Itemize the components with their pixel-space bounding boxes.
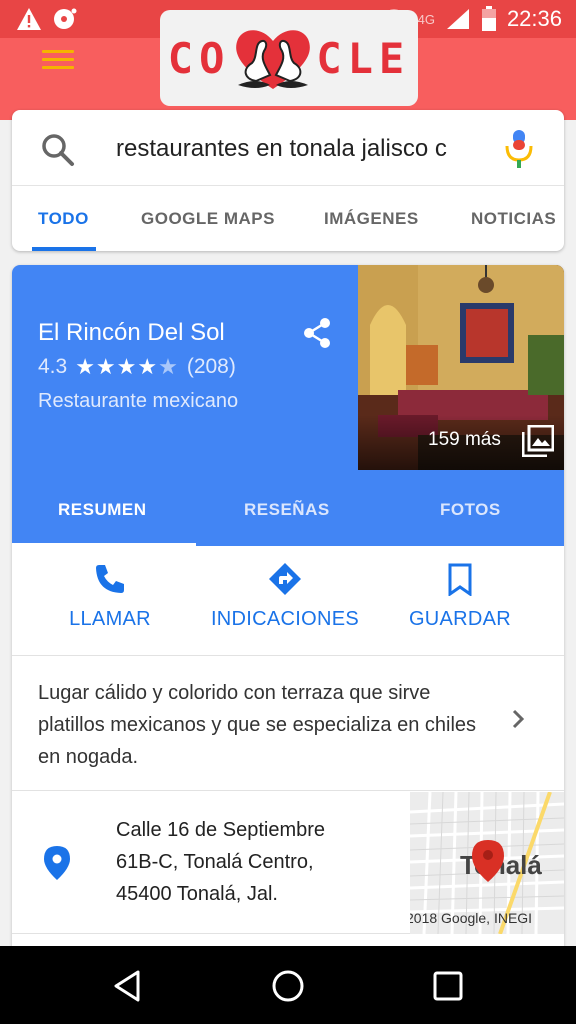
- photo-library-icon: [522, 425, 554, 457]
- tab-imagenes[interactable]: IMÁGENES: [324, 209, 419, 229]
- rating-stars-icon: ★★★★★: [75, 354, 179, 379]
- phone-icon: [96, 565, 124, 593]
- directions-label: INDICACIONES: [210, 608, 360, 630]
- place-header: El Rincón Del Sol 4.3 ★★★★★ (208) Restau…: [12, 265, 358, 470]
- search-input[interactable]: [116, 132, 472, 166]
- place-rating[interactable]: 4.3 ★★★★★ (208): [38, 354, 236, 380]
- place-description[interactable]: Lugar cálido y colorido con terraza que …: [12, 657, 564, 791]
- recents-icon[interactable]: [428, 966, 468, 1006]
- warning-icon: [17, 8, 41, 30]
- menu-icon[interactable]: [42, 50, 74, 74]
- battery-icon: [481, 6, 496, 31]
- chevron-right-icon: [512, 709, 525, 729]
- search-tabs: TODO GOOGLE MAPS IMÁGENES NOTICIAS: [12, 187, 564, 251]
- navigation-bar: [0, 946, 576, 1024]
- review-count: (208): [186, 355, 236, 378]
- directions-button[interactable]: INDICACIONES: [193, 562, 377, 631]
- call-button[interactable]: LLAMAR: [18, 562, 202, 631]
- map-copyright: 2018 Google, INEGI: [410, 910, 533, 926]
- back-icon[interactable]: [108, 966, 148, 1006]
- clock: 22:36: [506, 6, 562, 31]
- place-card: El Rincón Del Sol 4.3 ★★★★★ (208) Restau…: [12, 265, 564, 955]
- photo-count: 159 más: [428, 429, 501, 450]
- tab-todo[interactable]: TODO: [38, 209, 89, 229]
- search-bar: [12, 110, 564, 186]
- call-label: LLAMAR: [69, 608, 151, 630]
- save-label: GUARDAR: [408, 608, 512, 630]
- tab-resenas[interactable]: RESEÑAS: [244, 500, 330, 520]
- disc-icon: [54, 8, 77, 29]
- location-pin-icon: [44, 846, 70, 880]
- address-text: Calle 16 de Septiembre 61B-C, Tonalá Cen…: [116, 814, 406, 910]
- search-card: TODO GOOGLE MAPS IMÁGENES NOTICIAS: [12, 110, 564, 251]
- microphone-icon[interactable]: [504, 130, 534, 170]
- map-pin-icon: [472, 840, 504, 882]
- active-tab-indicator: [32, 247, 96, 251]
- save-button[interactable]: GUARDAR: [368, 562, 552, 631]
- tab-resumen[interactable]: RESUMEN: [58, 500, 147, 520]
- map-thumbnail[interactable]: Tonalá 2018 Google, INEGI: [410, 792, 564, 934]
- address-line-1: Calle 16 de Septiembre: [116, 819, 326, 841]
- doodle-text-left: CO: [167, 33, 231, 83]
- search-icon[interactable]: [40, 132, 76, 168]
- place-photo[interactable]: 159 más: [358, 265, 564, 470]
- signal-icon: [446, 9, 469, 29]
- place-name: El Rincón Del Sol: [38, 319, 225, 346]
- description-text: Lugar cálido y colorido con terraza que …: [38, 682, 477, 768]
- app-header: CO CLE: [0, 10, 576, 120]
- share-icon[interactable]: [302, 317, 332, 349]
- place-actions: LLAMAR INDICACIONES GUARDAR: [12, 548, 564, 656]
- bookmark-icon: [448, 563, 472, 596]
- place-address[interactable]: Calle 16 de Septiembre 61B-C, Tonalá Cen…: [12, 792, 564, 934]
- google-doodle-logo[interactable]: CO CLE: [160, 10, 418, 106]
- address-line-3: 45400 Tonalá, Jal.: [116, 883, 278, 905]
- active-place-tab-indicator: [12, 543, 196, 547]
- tab-fotos[interactable]: FOTOS: [440, 500, 501, 520]
- address-line-2: 61B-C, Tonalá Centro,: [116, 851, 314, 873]
- tab-noticias[interactable]: NOTICIAS: [471, 209, 556, 229]
- place-tabs: RESUMEN RESEÑAS FOTOS: [12, 470, 564, 547]
- place-category: Restaurante mexicano: [38, 390, 239, 412]
- tab-google-maps[interactable]: GOOGLE MAPS: [141, 209, 275, 229]
- network-type-label: 4G: [417, 11, 435, 27]
- swans-heart-icon: [236, 30, 311, 89]
- status-notifications: [16, 7, 78, 31]
- rating-value: 4.3: [38, 355, 68, 378]
- directions-icon: [269, 563, 301, 595]
- doodle-text-right: CLE: [316, 33, 411, 83]
- home-icon[interactable]: [268, 966, 308, 1006]
